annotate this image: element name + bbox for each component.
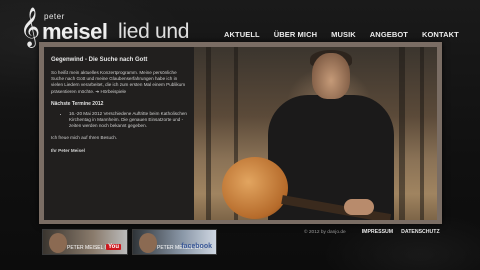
nav-kontakt[interactable]: KONTAKT <box>422 30 459 42</box>
tree-trunk <box>399 47 405 220</box>
guitar-body <box>222 157 288 219</box>
hero-photo-guitarist <box>194 47 437 220</box>
site-logo[interactable]: 𝄞 peter meisel lied und ton <box>20 7 210 67</box>
facebook-link-thumb[interactable]: PETER MEISEL ON facebook <box>132 229 217 255</box>
dates-list: 16.-20 Mai 2012 Verschiedene Auftritte b… <box>51 111 188 130</box>
impressum-link[interactable]: IMPRESSUM <box>362 229 393 235</box>
treble-clef-icon: 𝄞 <box>20 7 41 47</box>
person-hand <box>344 199 374 215</box>
tree-trunk <box>420 47 424 220</box>
date-item: 16.-20 Mai 2012 Verschiedene Auftritte b… <box>69 111 188 130</box>
nav-ueber-mich[interactable]: ÜBER MICH <box>274 30 317 42</box>
nav-musik[interactable]: MUSIK <box>331 30 356 42</box>
nav-angebot[interactable]: ANGEBOT <box>370 30 408 42</box>
tree-trunk <box>206 47 211 220</box>
portrait-thumb <box>139 233 157 253</box>
content-frame: Gegenwind - Die Suche nach Gott So heißt… <box>39 42 442 224</box>
footer: © 2012 by danjo.de IMPRESSUM DATENSCHUTZ <box>304 229 440 235</box>
facebook-logo-icon: facebook <box>181 243 212 250</box>
youtube-logo-icon: You <box>106 244 121 250</box>
article-intro: So heißt mein aktuelles Konzertprogramm.… <box>51 70 186 94</box>
article-title: Gegenwind - Die Suche nach Gott <box>51 57 148 63</box>
main-navigation: AKTUELL ÜBER MICH MUSIK ANGEBOT KONTAKT <box>224 30 459 42</box>
datenschutz-link[interactable]: DATENSCHUTZ <box>401 229 440 235</box>
copyright-text: © 2012 by danjo.de <box>304 230 346 235</box>
youtube-link-thumb[interactable]: PETER MEISEL ON You <box>42 229 128 255</box>
news-panel: Gegenwind - Die Suche nach Gott So heißt… <box>44 47 194 220</box>
portrait-thumb <box>49 233 67 253</box>
article-signature: Ihr Peter Meisel <box>51 147 85 153</box>
dates-heading: Nächste Termine 2012 <box>51 100 104 107</box>
nav-aktuell[interactable]: AKTUELL <box>224 30 260 42</box>
article-outro: Ich freue mich auf Ihren Besuch. <box>51 135 118 141</box>
person-head <box>312 53 350 99</box>
